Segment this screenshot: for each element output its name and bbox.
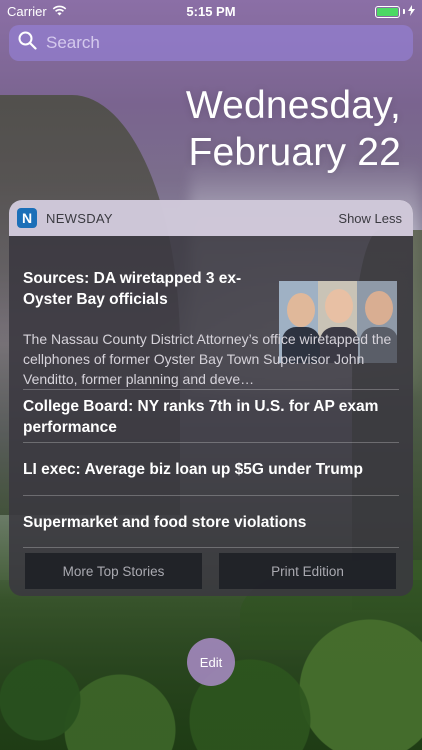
status-right [375, 4, 415, 19]
search-bar[interactable] [9, 25, 413, 61]
top-story[interactable]: Sources: DA wiretapped 3 ex-Oyster Bay o… [9, 236, 413, 390]
top-story-summary: The Nassau County District Attorney’s of… [23, 331, 392, 387]
story-item[interactable]: Supermarket and food store violations [23, 512, 399, 533]
story-item[interactable]: LI exec: Average biz loan up $5G under T… [23, 459, 399, 480]
battery-icon [375, 5, 400, 18]
divider [23, 442, 399, 443]
divider [23, 495, 399, 496]
weekday-label: Wednesday, [185, 84, 401, 127]
month-day-label: February 22 [188, 131, 401, 174]
story-item[interactable]: College Board: NY ranks 7th in U.S. for … [23, 396, 399, 438]
search-input[interactable] [46, 33, 386, 53]
clock: 5:15 PM [186, 4, 236, 19]
charging-bolt-icon [408, 4, 415, 19]
newsday-app-icon: N [17, 208, 37, 228]
divider [23, 389, 399, 390]
top-story-headline: Sources: DA wiretapped 3 ex-Oyster Bay o… [23, 270, 242, 308]
widget-header: N NEWSDAY Show Less [9, 200, 413, 236]
date-display: Wednesday, February 22 [186, 82, 401, 176]
more-top-stories-button[interactable]: More Top Stories [25, 553, 202, 589]
divider [23, 547, 399, 548]
edit-button[interactable]: Edit [187, 638, 235, 686]
status-bar: Carrier 5:15 PM [0, 0, 422, 22]
show-less-button[interactable]: Show Less [338, 211, 402, 226]
battery-tip [403, 9, 405, 14]
app-name: NEWSDAY [46, 210, 113, 226]
print-edition-button[interactable]: Print Edition [219, 553, 396, 589]
search-icon [18, 31, 37, 55]
newsday-widget: N NEWSDAY Show Less Sources: DA wiretapp… [9, 200, 413, 596]
